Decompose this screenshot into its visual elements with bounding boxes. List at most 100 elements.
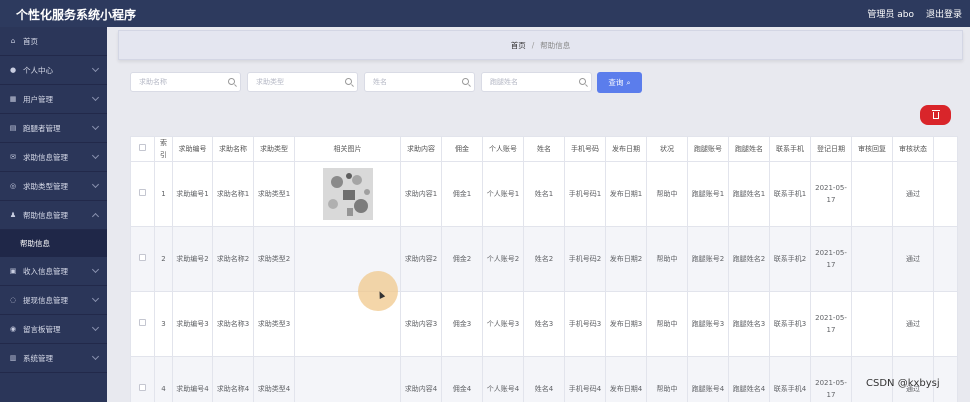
breadcrumb-home[interactable]: 首页 [511, 40, 526, 51]
sidebar-item[interactable]: ◉ 留言板管理 [0, 315, 107, 344]
table-cell: 联系手机3 [769, 291, 811, 357]
sidebar-item-label: 跑腿者管理 [23, 123, 61, 133]
column-header: 姓名 [523, 136, 565, 162]
select-all-cell[interactable] [130, 136, 155, 162]
sidebar-item-label: 个人中心 [23, 65, 53, 75]
chat-icon: ◉ [9, 325, 17, 333]
sidebar-item-label: 收入信息管理 [23, 266, 68, 276]
select-all-checkbox[interactable] [139, 144, 146, 151]
table-cell [851, 226, 893, 292]
search-input-runner-name[interactable]: 跑腿姓名 [481, 72, 592, 92]
sidebar-item[interactable]: ♟ 帮助信息管理 [0, 201, 107, 230]
table-cell: 3 [154, 291, 173, 357]
chevron-down-icon [91, 122, 100, 131]
bulb-icon: ◌ [9, 296, 17, 304]
column-header: 审核回复 [851, 136, 893, 162]
breadcrumb-current: 帮助信息 [540, 40, 571, 50]
table-cell: 跑腿姓名2 [728, 226, 770, 292]
mail-icon: ✉ [10, 153, 16, 161]
sidebar-item-label: 首页 [23, 36, 38, 46]
table-cell: 姓名4 [523, 356, 565, 402]
table-cell [933, 291, 958, 357]
table-cell: 2021-05-17 [810, 226, 852, 292]
logout-link[interactable]: 退出登录 [926, 7, 962, 20]
table-cell: 帮助中 [646, 226, 688, 292]
table-cell: 姓名1 [523, 161, 565, 227]
table-cell: 手机号码1 [564, 161, 606, 227]
chevron-down-icon [91, 93, 100, 102]
table-cell: 通过 [892, 226, 934, 292]
table-cell: 手机号码3 [564, 291, 606, 357]
trash-icon [931, 109, 940, 119]
table-cell: 2021-05-17 [810, 356, 852, 402]
search-input-help-name[interactable]: 求助名称 [130, 72, 241, 92]
table-cell: 手机号码4 [564, 356, 606, 402]
delete-button[interactable] [920, 105, 951, 125]
table-cell: 求助名称1 [212, 161, 254, 227]
related-image-thumbnail[interactable] [322, 168, 373, 220]
sidebar-subitem-help-info[interactable]: 帮助信息 [0, 230, 107, 257]
table-cell: 跑腿账号4 [687, 356, 729, 402]
sidebar-item[interactable]: ◌ 提现信息管理 [0, 286, 107, 315]
column-header: 审核状态 [892, 136, 934, 162]
sidebar-item[interactable]: ◎ 求助类型管理 [0, 172, 107, 201]
column-header: 佣金 [441, 136, 483, 162]
table-cell: 求助类型4 [253, 356, 295, 402]
sidebar-item[interactable]: ▤ 跑腿者管理 [0, 114, 107, 143]
table-cell: 1 [154, 161, 173, 227]
table-cell: 佣金1 [441, 161, 483, 227]
person-icon: ♟ [9, 211, 17, 219]
row-checkbox[interactable] [139, 254, 146, 261]
search-icon [462, 78, 469, 85]
column-header: 手机号码 [564, 136, 606, 162]
chevron-down-icon [91, 151, 100, 160]
table-cell [130, 356, 155, 402]
sidebar-item-label: 帮助信息管理 [23, 210, 68, 220]
table-cell: 求助编号3 [172, 291, 213, 357]
column-header: 发布日期 [605, 136, 647, 162]
table-cell: 跑腿账号1 [687, 161, 729, 227]
table-row[interactable]: 2 求助编号2 求助名称2 求助类型2 求助内容2 佣金2 个人账号2 姓名2 手机号码2 发布日… [130, 226, 958, 292]
sidebar-item[interactable]: ✉ 求助信息管理 [0, 143, 107, 172]
row-checkbox[interactable] [139, 384, 146, 391]
top-bar: 个性化服务系统小程序 管理员 abo 退出登录 [0, 0, 970, 27]
table-cell: 通过 [892, 291, 934, 357]
sidebar-item[interactable]: ● 个人中心 [0, 56, 107, 85]
search-icon [228, 78, 235, 85]
table-cell: 个人账号1 [482, 161, 524, 227]
user-icon: ● [9, 66, 17, 74]
table-cell: 姓名3 [523, 291, 565, 357]
row-checkbox[interactable] [139, 189, 146, 196]
table-row[interactable]: 4 求助编号4 求助名称4 求助类型4 求助内容4 佣金4 个人账号4 姓名4 手机号码4 发布日… [130, 356, 958, 402]
table-row[interactable]: 1 求助编号1 求助名称1 求助类型1 求助内容1 佣金1 个人账号1 姓名1 手机号码1 发布日… [130, 161, 958, 227]
table-cell: 跑腿姓名1 [728, 161, 770, 227]
sidebar-item-label: 留言板管理 [23, 324, 61, 334]
sidebar: ⌂ 首页 ● 个人中心 ▦ 用户管理 ▤ 跑腿者管理 ✉ 求助信息管理 ◎ 求助类型管理 ♟ 帮助信息管理… [0, 27, 107, 402]
sidebar-item[interactable]: ▥ 系统管理 [0, 344, 107, 373]
sidebar-item[interactable]: ▣ 收入信息管理 [0, 257, 107, 286]
column-header: 求助名称 [212, 136, 254, 162]
table-cell [294, 161, 401, 227]
sidebar-item[interactable]: ▦ 用户管理 [0, 85, 107, 114]
search-button[interactable]: 查询 ⌕ [597, 72, 642, 93]
search-input-name[interactable]: 姓名 [364, 72, 475, 92]
table-cell: 发布日期1 [605, 161, 647, 227]
compass-icon: ◎ [9, 182, 17, 190]
search-placeholder: 姓名 [373, 78, 387, 86]
sidebar-item-label: 系统管理 [23, 353, 53, 363]
table-cell: 联系手机1 [769, 161, 811, 227]
table-header: 索引 求助编号 求助名称 求助类型 相关图片 求助内容 佣金 个人账号 姓名 手机号码 发布日期 状况… [130, 136, 958, 162]
sidebar-item[interactable]: ⌂ 首页 [0, 27, 107, 56]
table-cell: 发布日期3 [605, 291, 647, 357]
table-cell: 跑腿姓名3 [728, 291, 770, 357]
table-cell: 手机号码2 [564, 226, 606, 292]
table-cell: 姓名2 [523, 226, 565, 292]
admin-label[interactable]: 管理员 abo [867, 7, 914, 20]
column-header: 索引 [154, 136, 173, 162]
column-header: 个人账号 [482, 136, 524, 162]
sidebar-item-label: 用户管理 [23, 94, 53, 104]
search-input-help-type[interactable]: 求助类型 [247, 72, 358, 92]
table-cell: 帮助中 [646, 356, 688, 402]
table-row[interactable]: 3 求助编号3 求助名称3 求助类型3 求助内容3 佣金3 个人账号3 姓名3 手机号码3 发布日… [130, 291, 958, 357]
row-checkbox[interactable] [139, 319, 146, 326]
